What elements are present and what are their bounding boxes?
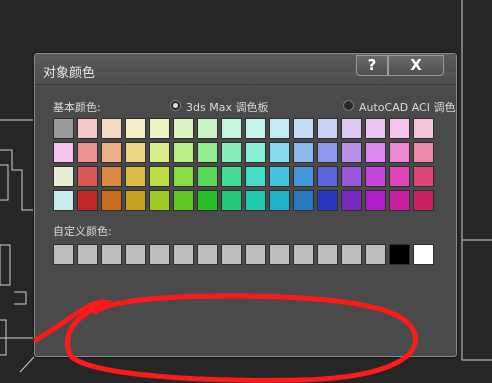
basic-color-swatch[interactable] (317, 190, 338, 211)
radio-3dsmax-palette[interactable] (170, 100, 181, 111)
basic-color-swatch[interactable] (125, 190, 146, 211)
basic-color-swatch[interactable] (245, 118, 266, 139)
basic-color-swatch[interactable] (53, 142, 74, 163)
custom-color-swatch[interactable] (269, 244, 290, 265)
basic-color-swatch[interactable] (221, 190, 242, 211)
custom-color-swatch[interactable] (77, 244, 98, 265)
custom-color-swatch[interactable] (101, 244, 122, 265)
basic-color-swatch[interactable] (197, 142, 218, 163)
basic-color-swatch[interactable] (245, 142, 266, 163)
basic-color-grid (53, 118, 434, 211)
radio-autocad-palette[interactable] (343, 100, 354, 111)
basic-color-swatch[interactable] (365, 166, 386, 187)
basic-color-swatch[interactable] (341, 166, 362, 187)
custom-color-swatch[interactable] (293, 244, 314, 265)
basic-color-swatch[interactable] (317, 166, 338, 187)
basic-color-swatch[interactable] (293, 118, 314, 139)
basic-color-swatch[interactable] (317, 118, 338, 139)
basic-color-swatch[interactable] (149, 118, 170, 139)
basic-color-swatch[interactable] (365, 118, 386, 139)
custom-color-swatch[interactable] (245, 244, 266, 265)
basic-color-swatch[interactable] (341, 190, 362, 211)
basic-color-swatch[interactable] (413, 118, 434, 139)
radio-autocad-label: AutoCAD ACI 调色 (359, 101, 456, 114)
basic-color-swatch[interactable] (149, 166, 170, 187)
basic-color-swatch[interactable] (197, 166, 218, 187)
object-color-dialog: 对象颜色 ? X 基本颜色: 3ds Max 调色板 AutoCAD ACI 调… (34, 53, 457, 357)
basic-color-swatch[interactable] (269, 118, 290, 139)
basic-color-swatch[interactable] (341, 142, 362, 163)
custom-color-swatch[interactable] (317, 244, 338, 265)
custom-color-swatch[interactable] (53, 244, 74, 265)
basic-color-swatch[interactable] (413, 190, 434, 211)
basic-color-swatch[interactable] (365, 142, 386, 163)
basic-color-swatch[interactable] (293, 190, 314, 211)
basic-color-swatch[interactable] (221, 118, 242, 139)
basic-color-swatch[interactable] (221, 166, 242, 187)
basic-color-swatch[interactable] (269, 142, 290, 163)
custom-color-swatch[interactable] (365, 244, 386, 265)
basic-color-swatch[interactable] (77, 166, 98, 187)
basic-color-swatch[interactable] (125, 142, 146, 163)
basic-color-swatch[interactable] (293, 142, 314, 163)
basic-color-swatch[interactable] (197, 190, 218, 211)
custom-color-swatch[interactable] (221, 244, 242, 265)
basic-color-swatch[interactable] (269, 166, 290, 187)
basic-color-swatch[interactable] (365, 190, 386, 211)
basic-color-swatch[interactable] (149, 190, 170, 211)
basic-color-swatch[interactable] (149, 142, 170, 163)
basic-color-swatch[interactable] (341, 118, 362, 139)
close-button[interactable]: X (388, 55, 444, 76)
custom-color-swatch[interactable] (341, 244, 362, 265)
basic-color-swatch[interactable] (413, 142, 434, 163)
custom-color-swatch[interactable] (197, 244, 218, 265)
basic-color-swatch[interactable] (293, 166, 314, 187)
basic-color-swatch[interactable] (53, 166, 74, 187)
basic-colors-label: 基本颜色: (53, 101, 101, 114)
dialog-titlebar[interactable]: 对象颜色 ? X (35, 54, 456, 85)
basic-color-swatch[interactable] (413, 166, 434, 187)
basic-color-swatch[interactable] (245, 190, 266, 211)
custom-color-row (53, 244, 434, 265)
custom-color-swatch[interactable] (413, 244, 434, 265)
basic-color-swatch[interactable] (197, 118, 218, 139)
basic-color-swatch[interactable] (101, 190, 122, 211)
radio-3dsmax-label: 3ds Max 调色板 (186, 101, 269, 114)
basic-color-swatch[interactable] (389, 190, 410, 211)
basic-color-swatch[interactable] (53, 190, 74, 211)
basic-color-swatch[interactable] (101, 166, 122, 187)
custom-colors-label: 自定义颜色: (53, 225, 112, 238)
basic-color-swatch[interactable] (173, 166, 194, 187)
basic-color-swatch[interactable] (269, 190, 290, 211)
basic-color-swatch[interactable] (125, 118, 146, 139)
basic-color-swatch[interactable] (125, 166, 146, 187)
custom-color-swatch[interactable] (389, 244, 410, 265)
custom-color-swatch[interactable] (125, 244, 146, 265)
custom-color-swatch[interactable] (173, 244, 194, 265)
basic-color-swatch[interactable] (173, 142, 194, 163)
basic-color-swatch[interactable] (389, 118, 410, 139)
help-button[interactable]: ? (356, 55, 388, 76)
basic-color-swatch[interactable] (221, 142, 242, 163)
basic-color-swatch[interactable] (53, 118, 74, 139)
basic-color-swatch[interactable] (317, 142, 338, 163)
basic-color-swatch[interactable] (389, 142, 410, 163)
basic-color-swatch[interactable] (77, 190, 98, 211)
basic-color-swatch[interactable] (245, 166, 266, 187)
custom-color-swatch[interactable] (149, 244, 170, 265)
basic-color-swatch[interactable] (101, 118, 122, 139)
basic-color-swatch[interactable] (101, 142, 122, 163)
dialog-title: 对象颜色 (43, 66, 96, 81)
basic-color-swatch[interactable] (77, 142, 98, 163)
basic-color-swatch[interactable] (173, 190, 194, 211)
basic-color-swatch[interactable] (389, 166, 410, 187)
basic-color-swatch[interactable] (77, 118, 98, 139)
basic-color-swatch[interactable] (173, 118, 194, 139)
